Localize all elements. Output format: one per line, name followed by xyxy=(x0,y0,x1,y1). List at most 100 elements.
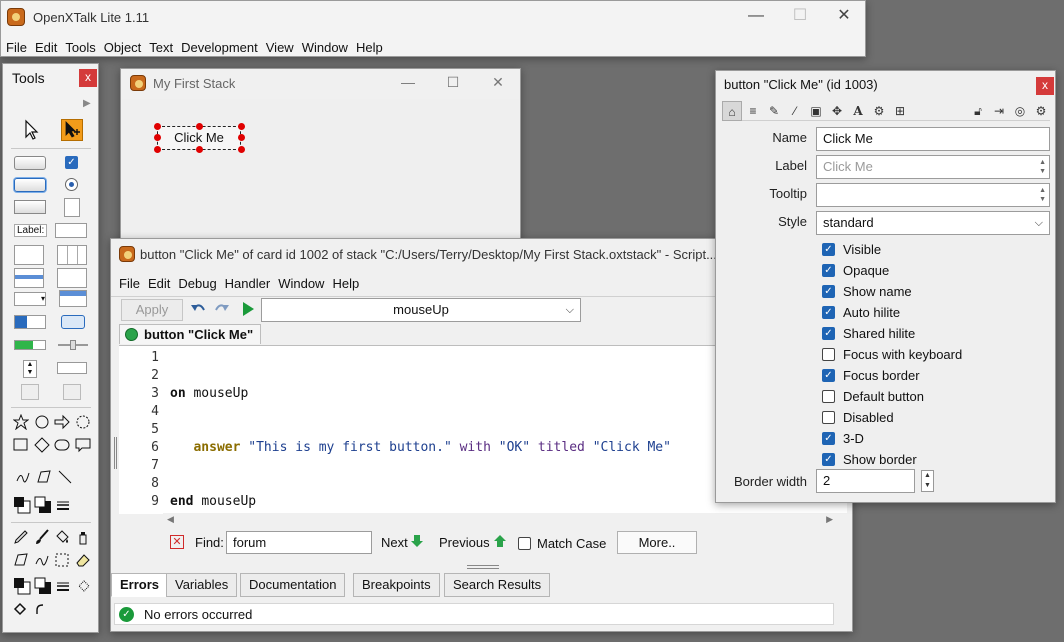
brush-tool-icon[interactable] xyxy=(34,529,50,545)
scroll-right-icon[interactable]: ▶ xyxy=(826,514,833,525)
option-menu-tool[interactable]: ▾ xyxy=(14,292,46,306)
menu-file[interactable]: File xyxy=(2,40,31,55)
menu-object[interactable]: Object xyxy=(100,40,146,55)
scroll-left-icon[interactable]: ◀ xyxy=(167,514,174,525)
database-icon[interactable]: ≡ xyxy=(743,101,763,121)
inspector-close-button[interactable]: x xyxy=(1036,77,1054,95)
se-menu-handler[interactable]: Handler xyxy=(221,276,275,291)
player-tool[interactable] xyxy=(21,384,39,400)
spray-tool-icon[interactable] xyxy=(75,529,91,545)
label-field[interactable]: Click Me ▲ ▼ xyxy=(816,155,1050,179)
pen-icon[interactable]: ✎ xyxy=(764,101,784,121)
stack-maximize-button[interactable]: ☐ xyxy=(430,69,476,96)
scrollbar-tool[interactable] xyxy=(57,362,87,374)
rectangle-button-tool[interactable] xyxy=(14,200,46,214)
line-color-icon[interactable] xyxy=(34,496,52,514)
paint-line-color-icon[interactable] xyxy=(34,577,52,595)
line-tool-icon[interactable] xyxy=(57,469,73,485)
arc-tool-icon[interactable] xyxy=(34,602,48,616)
undo-icon[interactable] xyxy=(190,301,206,317)
edit-tool-icon[interactable] xyxy=(61,119,83,141)
splitter-handle[interactable] xyxy=(114,437,117,469)
polygon-tool-icon[interactable] xyxy=(36,469,52,485)
checkbox-opaque[interactable]: ✓ Opaque xyxy=(822,261,889,279)
run-icon[interactable] xyxy=(240,301,256,317)
scrolling-field-tool[interactable] xyxy=(14,245,44,265)
line-size-icon[interactable] xyxy=(56,498,70,512)
checkbox-show-border[interactable]: ✓ Show border xyxy=(822,450,917,468)
expand-arrow-icon[interactable]: ▶ xyxy=(83,98,91,109)
pattern-icon[interactable] xyxy=(77,579,91,593)
border-width-field[interactable]: 2 xyxy=(816,469,915,493)
se-menu-file[interactable]: File xyxy=(115,276,144,291)
image-tool-icon[interactable] xyxy=(64,198,80,217)
stack-minimize-button[interactable]: — xyxy=(385,69,431,96)
slider-tool[interactable] xyxy=(58,340,88,350)
checkbox-auto-hilite[interactable]: ✓ Auto hilite xyxy=(822,303,900,321)
lock-icon[interactable]: 🔓︎ xyxy=(968,101,988,121)
tab-errors[interactable]: Errors xyxy=(111,573,169,597)
curve-tool-icon[interactable] xyxy=(15,469,31,485)
checkbox-visible[interactable]: ✓ Visible xyxy=(822,240,881,258)
tab-search-results[interactable]: Search Results xyxy=(444,573,551,597)
browse-tool-icon[interactable] xyxy=(21,119,41,141)
table-field-tool[interactable] xyxy=(57,245,87,265)
tab-panel-tool[interactable] xyxy=(59,290,87,307)
rectangle-tool-icon[interactable] xyxy=(13,437,29,453)
progress-bar-tool[interactable] xyxy=(14,340,46,350)
selection-handle[interactable] xyxy=(196,146,203,153)
freehand-tool-icon[interactable] xyxy=(34,552,50,568)
object-tab[interactable]: button "Click Me" xyxy=(119,324,261,344)
tooltip-field[interactable]: ▲ ▼ xyxy=(816,183,1050,207)
menu-tools[interactable]: Tools xyxy=(61,40,99,55)
default-button-tool[interactable] xyxy=(14,178,46,192)
se-menu-edit[interactable]: Edit xyxy=(144,276,174,291)
selection-handle[interactable] xyxy=(154,146,161,153)
close-find-icon[interactable]: ✕ xyxy=(170,535,184,549)
tab-documentation[interactable]: Documentation xyxy=(240,573,346,597)
radio-button-tool-icon[interactable] xyxy=(65,178,78,191)
target-icon[interactable]: ◎ xyxy=(1010,101,1030,121)
se-menu-window[interactable]: Window xyxy=(274,276,328,291)
selection-handle[interactable] xyxy=(196,123,203,130)
match-case-checkbox[interactable]: Match Case xyxy=(518,536,606,551)
se-menu-debug[interactable]: Debug xyxy=(174,276,220,291)
arrow-shape-tool-icon[interactable] xyxy=(54,414,70,430)
gear-icon[interactable]: ⚙ xyxy=(1031,101,1051,121)
pulldown-tool[interactable] xyxy=(61,315,85,329)
menu-text[interactable]: Text xyxy=(145,40,177,55)
diamond-tool-icon[interactable] xyxy=(34,437,50,453)
name-field[interactable]: Click Me xyxy=(816,127,1050,151)
stepper-icon[interactable]: ▲ ▼ xyxy=(1039,186,1046,204)
selection-handle[interactable] xyxy=(154,134,161,141)
menu-window[interactable]: Window xyxy=(298,40,352,55)
select-tool-icon[interactable] xyxy=(54,552,70,568)
tab-breakpoints[interactable]: Breakpoints xyxy=(353,573,440,597)
star-tool-icon[interactable] xyxy=(12,413,30,431)
push-button-tool[interactable] xyxy=(14,156,46,170)
style-select[interactable]: standard ⌵ xyxy=(816,211,1050,235)
more-button[interactable]: More.. xyxy=(617,531,697,554)
handler-select[interactable]: mouseUp ⌵ xyxy=(261,298,581,322)
checkbox-shared-hilite[interactable]: ✓ Shared hilite xyxy=(822,324,915,342)
list-field-tool[interactable] xyxy=(14,268,44,288)
menu-development[interactable]: Development xyxy=(177,40,262,55)
text-icon[interactable]: A xyxy=(848,101,868,121)
wand-icon[interactable]: ⁄ xyxy=(785,101,805,121)
label-field-tool[interactable]: Label: xyxy=(14,224,48,237)
checkbox-default-button[interactable]: Default button xyxy=(822,387,924,405)
move-icon[interactable]: ✥ xyxy=(827,101,847,121)
checkbox-3-d[interactable]: ✓ 3-D xyxy=(822,429,864,447)
gear-shape-tool-icon[interactable] xyxy=(75,414,91,430)
bucket-tool-icon[interactable] xyxy=(54,529,70,545)
rounded-rect-tool-icon[interactable] xyxy=(54,437,70,453)
menu-view[interactable]: View xyxy=(262,40,298,55)
pane-resize-handle[interactable] xyxy=(467,565,499,569)
minimize-button[interactable]: — xyxy=(733,1,779,31)
menu-help[interactable]: Help xyxy=(352,40,387,55)
home-icon[interactable]: ⌂ xyxy=(722,101,742,121)
text-field-tool[interactable] xyxy=(55,223,87,238)
lasso-select-icon[interactable] xyxy=(13,552,29,568)
widget-tool[interactable] xyxy=(63,384,81,400)
selection-handle[interactable] xyxy=(238,146,245,153)
